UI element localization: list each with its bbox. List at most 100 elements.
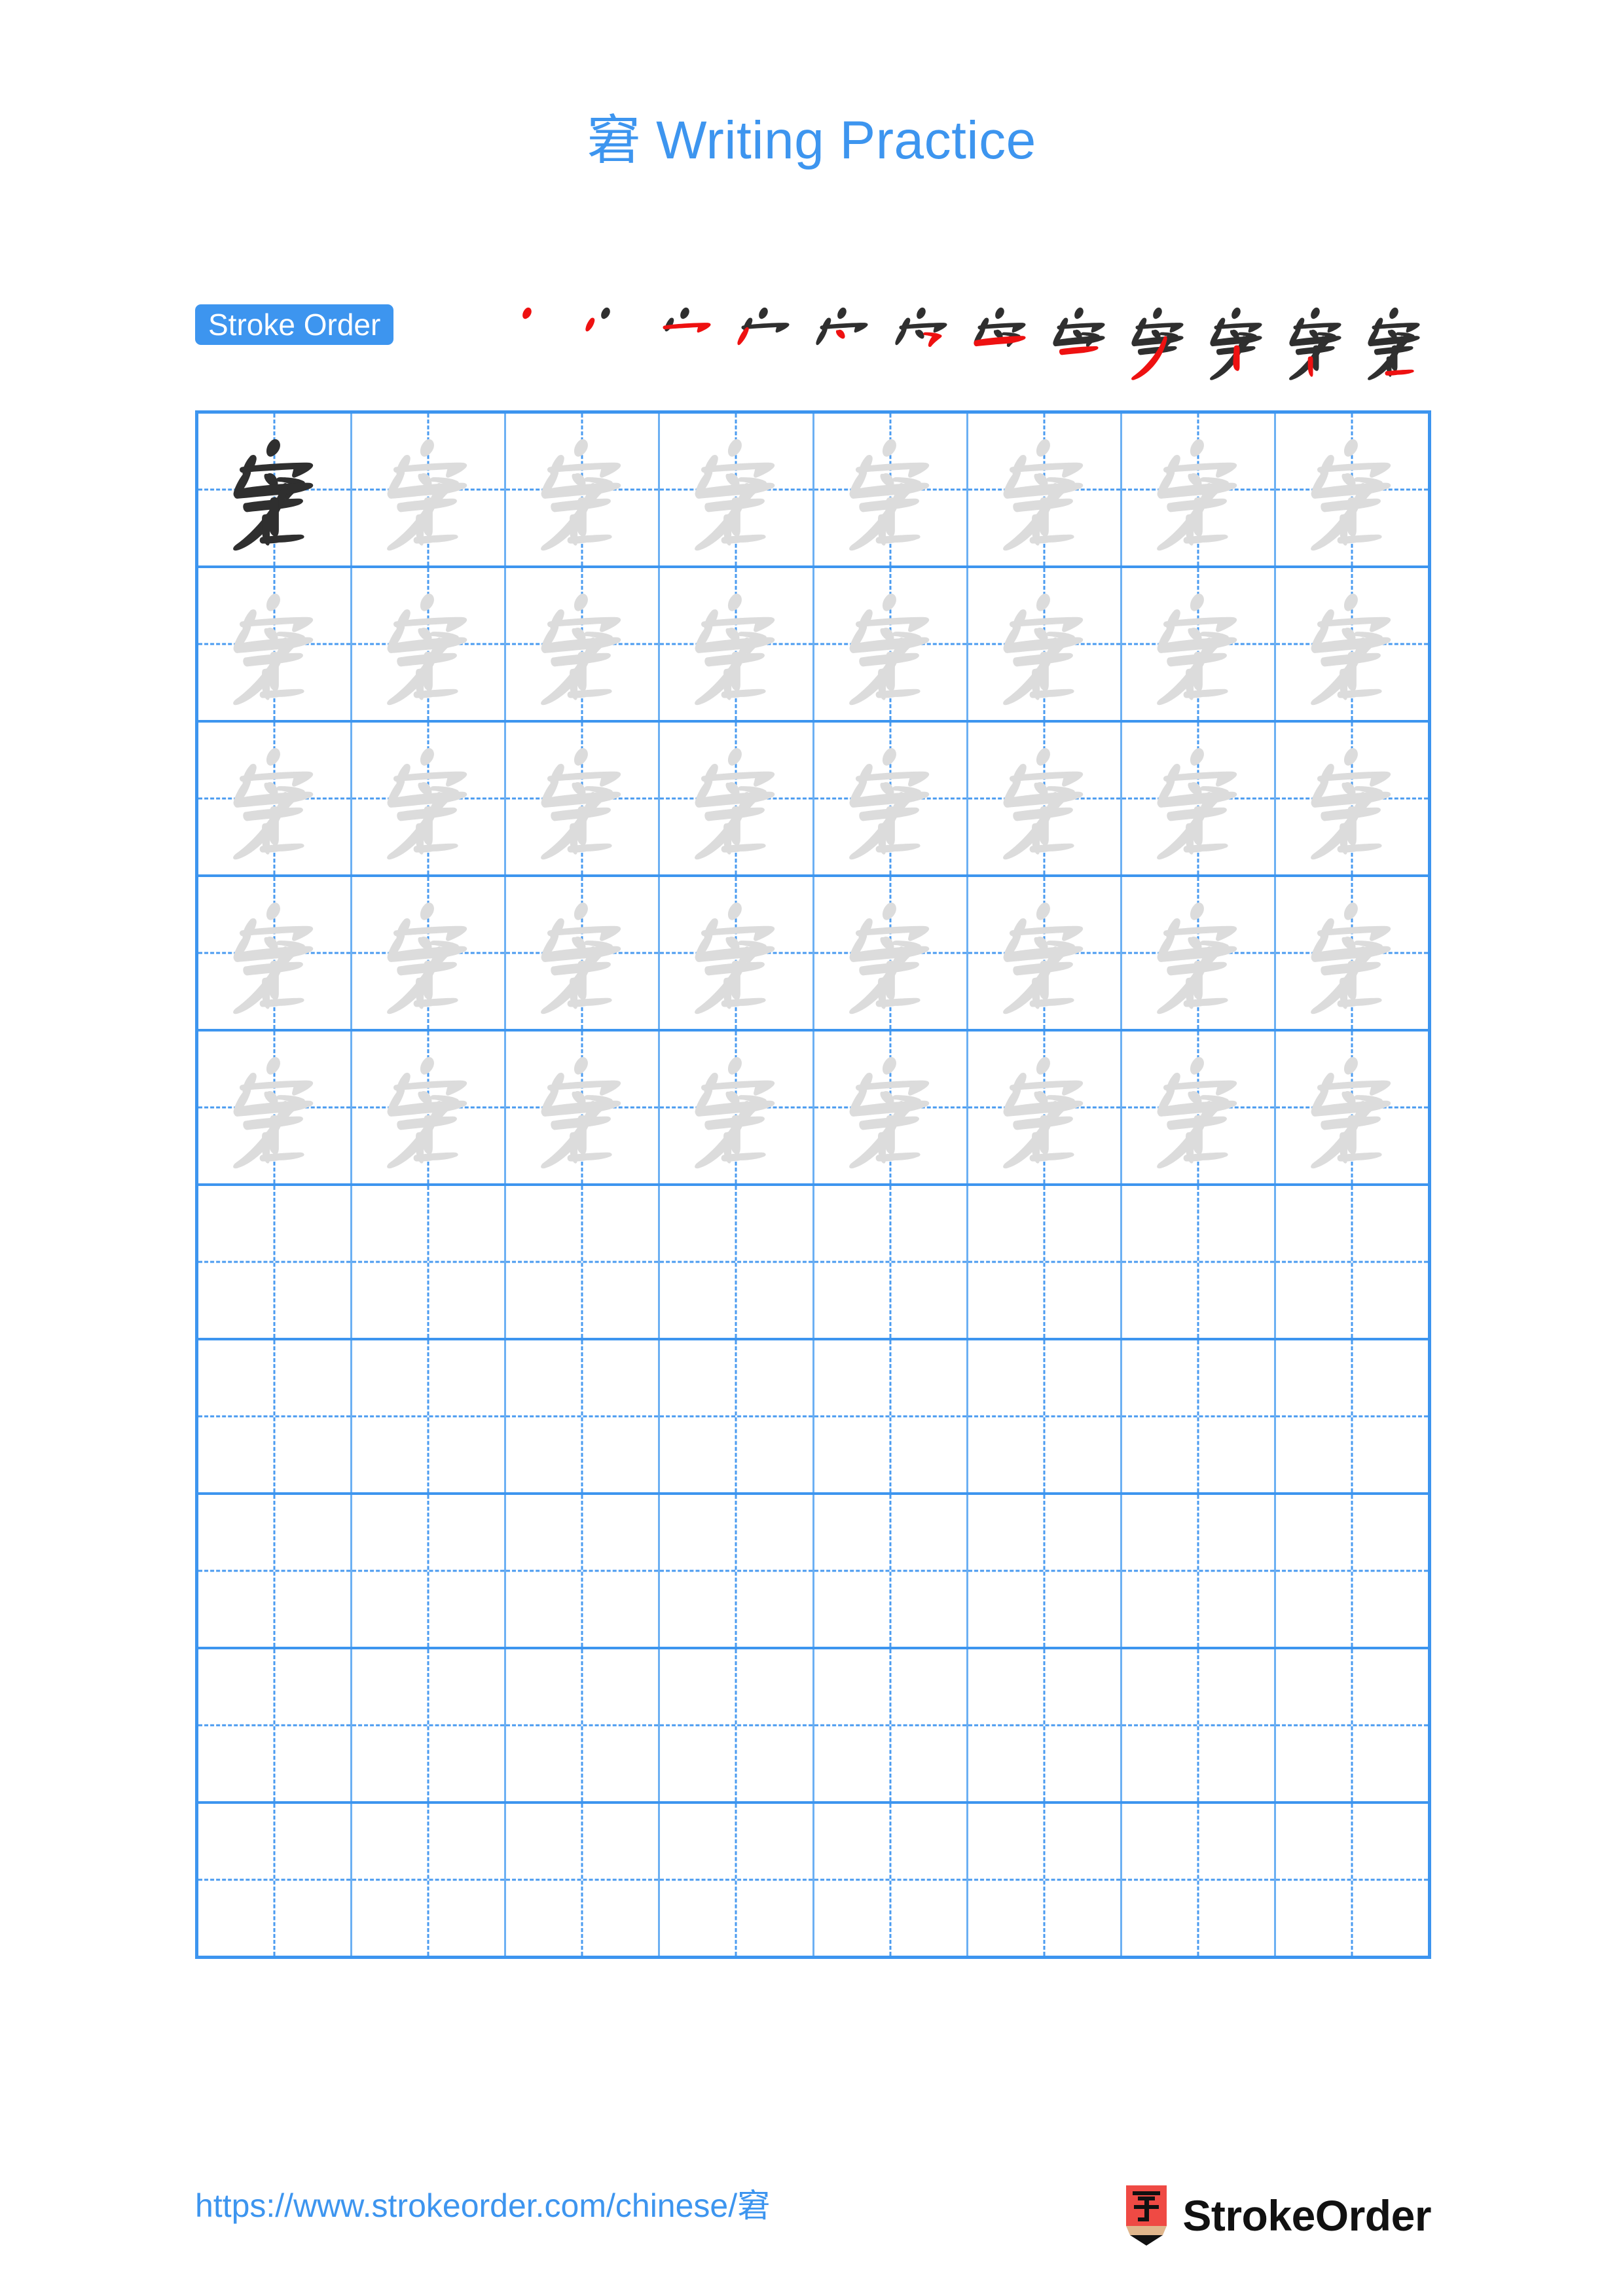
practice-cell-r1-c4[interactable] xyxy=(660,414,814,565)
vertical-guide-line xyxy=(1351,1495,1353,1647)
practice-cell-r5-c2[interactable] xyxy=(352,1031,507,1183)
practice-cell-r4-c2[interactable] xyxy=(352,877,507,1029)
practice-cell-r2-c4[interactable] xyxy=(660,568,814,720)
practice-cell-r6-c3[interactable] xyxy=(506,1186,661,1338)
practice-cell-r4-c6[interactable] xyxy=(968,877,1122,1029)
practice-cell-r3-c4[interactable] xyxy=(660,723,814,874)
practice-cell-r4-c1[interactable] xyxy=(198,877,353,1029)
practice-cell-r4-c3[interactable] xyxy=(506,877,661,1029)
practice-cell-r3-c8[interactable] xyxy=(1275,723,1428,874)
practice-cell-r9-c8[interactable] xyxy=(1275,1649,1428,1801)
practice-cell-r5-c8[interactable] xyxy=(1275,1031,1428,1183)
horizontal-guide-line xyxy=(1275,1415,1428,1418)
grid-row xyxy=(198,1495,1428,1649)
practice-cell-r6-c1[interactable] xyxy=(198,1186,353,1338)
practice-cell-r8-c7[interactable] xyxy=(1122,1495,1276,1647)
practice-cell-r10-c3[interactable] xyxy=(506,1804,661,1956)
practice-cell-r6-c7[interactable] xyxy=(1122,1186,1276,1338)
practice-cell-r1-c1[interactable] xyxy=(198,414,353,565)
footer-url-link[interactable]: https://www.strokeorder.com/chinese/窘 xyxy=(195,2185,770,2227)
practice-cell-r5-c1[interactable] xyxy=(198,1031,353,1183)
practice-cell-r9-c5[interactable] xyxy=(814,1649,968,1801)
practice-cell-r10-c4[interactable] xyxy=(660,1804,814,1956)
practice-cell-r7-c3[interactable] xyxy=(506,1340,661,1492)
stroke-step-glyph xyxy=(1288,307,1341,380)
practice-cell-r10-c1[interactable] xyxy=(198,1804,353,1956)
vertical-guide-line xyxy=(581,1804,583,1956)
practice-cell-r7-c1[interactable] xyxy=(198,1340,353,1492)
vertical-guide-line xyxy=(1043,1186,1046,1338)
trace-character xyxy=(198,1031,350,1183)
practice-cell-r7-c5[interactable] xyxy=(814,1340,968,1492)
practice-cell-r3-c1[interactable] xyxy=(198,723,353,874)
practice-cell-r2-c1[interactable] xyxy=(198,568,353,720)
practice-cell-r8-c6[interactable] xyxy=(968,1495,1122,1647)
practice-cell-r9-c6[interactable] xyxy=(968,1649,1122,1801)
practice-cell-r2-c6[interactable] xyxy=(968,568,1122,720)
practice-cell-r8-c5[interactable] xyxy=(814,1495,968,1647)
practice-cell-r2-c3[interactable] xyxy=(506,568,661,720)
horizontal-guide-line xyxy=(968,1261,1120,1263)
practice-cell-r4-c7[interactable] xyxy=(1122,877,1276,1029)
practice-cell-r10-c7[interactable] xyxy=(1122,1804,1276,1956)
practice-cell-r5-c4[interactable] xyxy=(660,1031,814,1183)
practice-cell-r1-c6[interactable] xyxy=(968,414,1122,565)
practice-cell-r9-c1[interactable] xyxy=(198,1649,353,1801)
practice-cell-r1-c3[interactable] xyxy=(506,414,661,565)
horizontal-guide-line xyxy=(198,1261,351,1263)
practice-cell-r10-c8[interactable] xyxy=(1275,1804,1428,1956)
practice-cell-r4-c8[interactable] xyxy=(1275,877,1428,1029)
practice-cell-r8-c1[interactable] xyxy=(198,1495,353,1647)
practice-cell-r10-c5[interactable] xyxy=(814,1804,968,1956)
practice-cell-r1-c2[interactable] xyxy=(352,414,507,565)
practice-cell-r3-c7[interactable] xyxy=(1122,723,1276,874)
practice-cell-r1-c7[interactable] xyxy=(1122,414,1276,565)
brand-logo[interactable]: StrokeOrder xyxy=(1125,2179,1431,2251)
vertical-guide-line xyxy=(1197,1186,1199,1338)
practice-cell-r3-c3[interactable] xyxy=(506,723,661,874)
vertical-guide-line xyxy=(1197,1495,1199,1647)
practice-cell-r6-c5[interactable] xyxy=(814,1186,968,1338)
stroke-step-glyph xyxy=(1368,307,1420,380)
practice-cell-r8-c3[interactable] xyxy=(506,1495,661,1647)
stroke-step-2 xyxy=(570,298,643,383)
practice-cell-r10-c6[interactable] xyxy=(968,1804,1122,1956)
practice-cell-r3-c5[interactable] xyxy=(814,723,968,874)
practice-cell-r9-c2[interactable] xyxy=(352,1649,507,1801)
trace-character xyxy=(660,1031,812,1183)
practice-cell-r6-c4[interactable] xyxy=(660,1186,814,1338)
practice-cell-r5-c5[interactable] xyxy=(814,1031,968,1183)
practice-cell-r6-c6[interactable] xyxy=(968,1186,1122,1338)
horizontal-guide-line xyxy=(814,1724,966,1727)
practice-cell-r2-c5[interactable] xyxy=(814,568,968,720)
practice-cell-r7-c8[interactable] xyxy=(1275,1340,1428,1492)
practice-cell-r9-c4[interactable] xyxy=(660,1649,814,1801)
practice-cell-r2-c7[interactable] xyxy=(1122,568,1276,720)
practice-cell-r2-c2[interactable] xyxy=(352,568,507,720)
practice-cell-r9-c3[interactable] xyxy=(506,1649,661,1801)
practice-cell-r6-c8[interactable] xyxy=(1275,1186,1428,1338)
practice-cell-r10-c2[interactable] xyxy=(352,1804,507,1956)
horizontal-guide-line xyxy=(506,1724,659,1727)
practice-cell-r9-c7[interactable] xyxy=(1122,1649,1276,1801)
practice-cell-r4-c5[interactable] xyxy=(814,877,968,1029)
practice-cell-r6-c2[interactable] xyxy=(352,1186,507,1338)
practice-cell-r1-c5[interactable] xyxy=(814,414,968,565)
practice-cell-r8-c2[interactable] xyxy=(352,1495,507,1647)
practice-cell-r4-c4[interactable] xyxy=(660,877,814,1029)
practice-cell-r5-c3[interactable] xyxy=(506,1031,661,1183)
practice-cell-r3-c6[interactable] xyxy=(968,723,1122,874)
horizontal-guide-line xyxy=(660,1261,812,1263)
practice-cell-r3-c2[interactable] xyxy=(352,723,507,874)
practice-cell-r7-c6[interactable] xyxy=(968,1340,1122,1492)
page-title: 窘 Writing Practice xyxy=(0,109,1623,171)
practice-cell-r5-c7[interactable] xyxy=(1122,1031,1276,1183)
practice-cell-r7-c2[interactable] xyxy=(352,1340,507,1492)
practice-cell-r7-c7[interactable] xyxy=(1122,1340,1276,1492)
practice-cell-r5-c6[interactable] xyxy=(968,1031,1122,1183)
practice-cell-r7-c4[interactable] xyxy=(660,1340,814,1492)
practice-cell-r8-c4[interactable] xyxy=(660,1495,814,1647)
practice-cell-r1-c8[interactable] xyxy=(1275,414,1428,565)
practice-cell-r8-c8[interactable] xyxy=(1275,1495,1428,1647)
practice-cell-r2-c8[interactable] xyxy=(1275,568,1428,720)
